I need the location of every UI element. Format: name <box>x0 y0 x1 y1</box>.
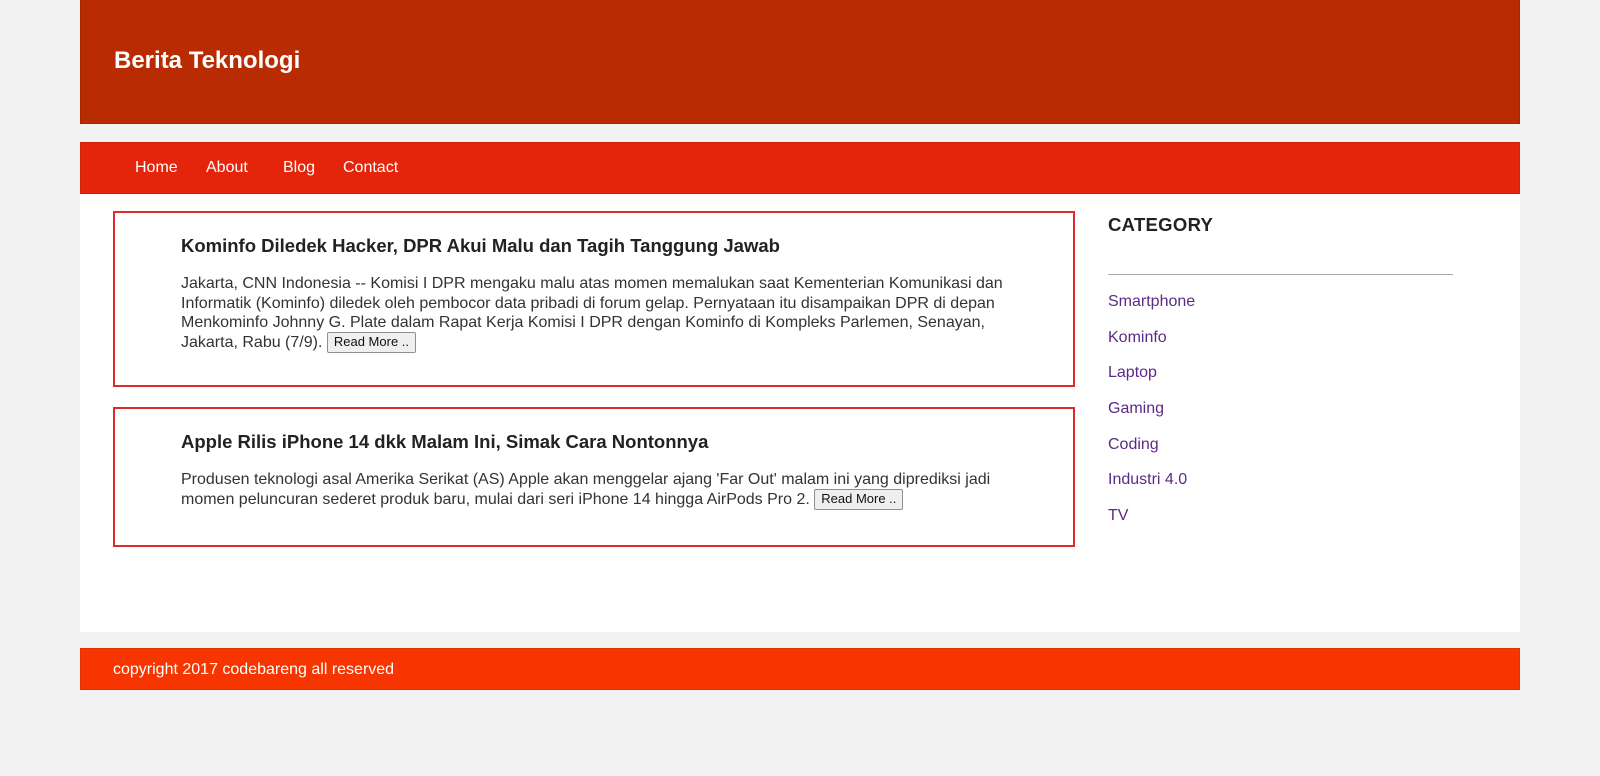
category-heading: CATEGORY <box>1108 214 1214 235</box>
site-title: Berita Teknologi <box>114 47 301 74</box>
category-item: TV <box>1108 506 1195 542</box>
category-link-smartphone[interactable]: Smartphone <box>1108 293 1195 310</box>
article-card: Apple Rilis iPhone 14 dkk Malam Ini, Sim… <box>113 407 1075 547</box>
category-link-gaming[interactable]: Gaming <box>1108 400 1164 417</box>
nav-item-home[interactable]: Home <box>135 158 178 178</box>
category-item: Industri 4.0 <box>1108 470 1195 506</box>
main-nav: Home About Blog Contact <box>80 142 1520 194</box>
category-list: Smartphone Kominfo Laptop Gaming Coding … <box>1108 292 1195 542</box>
category-link-industri[interactable]: Industri 4.0 <box>1108 471 1187 488</box>
nav-item-about[interactable]: About <box>206 158 248 178</box>
category-link-coding[interactable]: Coding <box>1108 436 1159 453</box>
article-title: Kominfo Diledek Hacker, DPR Akui Malu da… <box>181 235 780 256</box>
article-excerpt-text: Jakarta, CNN Indonesia -- Komisi I DPR m… <box>181 275 1003 351</box>
site-header: Berita Teknologi <box>80 0 1520 124</box>
article-excerpt: Produsen teknologi asal Amerika Serikat … <box>181 470 1011 511</box>
read-more-button[interactable]: Read More .. <box>326 331 417 353</box>
category-sidebar: CATEGORY Smartphone Kominfo Laptop Gamin… <box>1108 214 1453 524</box>
copyright-text: copyright 2017 codebareng all reserved <box>113 661 395 678</box>
page-container: Berita Teknologi Home About Blog Contact… <box>80 0 1520 690</box>
category-item: Laptop <box>1108 363 1195 399</box>
category-item: Kominfo <box>1108 328 1195 364</box>
nav-item-contact[interactable]: Contact <box>343 158 398 178</box>
category-divider <box>1108 274 1453 275</box>
category-item: Coding <box>1108 435 1195 471</box>
site-footer: copyright 2017 codebareng all reserved <box>80 648 1520 690</box>
article-title: Apple Rilis iPhone 14 dkk Malam Ini, Sim… <box>181 431 709 452</box>
article-excerpt: Jakarta, CNN Indonesia -- Komisi I DPR m… <box>181 274 1011 354</box>
main-content: Kominfo Diledek Hacker, DPR Akui Malu da… <box>80 194 1520 632</box>
category-link-kominfo[interactable]: Kominfo <box>1108 329 1167 346</box>
category-item: Gaming <box>1108 399 1195 435</box>
article-card: Kominfo Diledek Hacker, DPR Akui Malu da… <box>113 211 1075 387</box>
read-more-button[interactable]: Read More .. <box>814 488 904 510</box>
category-item: Smartphone <box>1108 292 1195 328</box>
category-link-tv[interactable]: TV <box>1108 507 1128 524</box>
nav-item-blog[interactable]: Blog <box>283 158 315 178</box>
category-link-laptop[interactable]: Laptop <box>1108 364 1157 381</box>
